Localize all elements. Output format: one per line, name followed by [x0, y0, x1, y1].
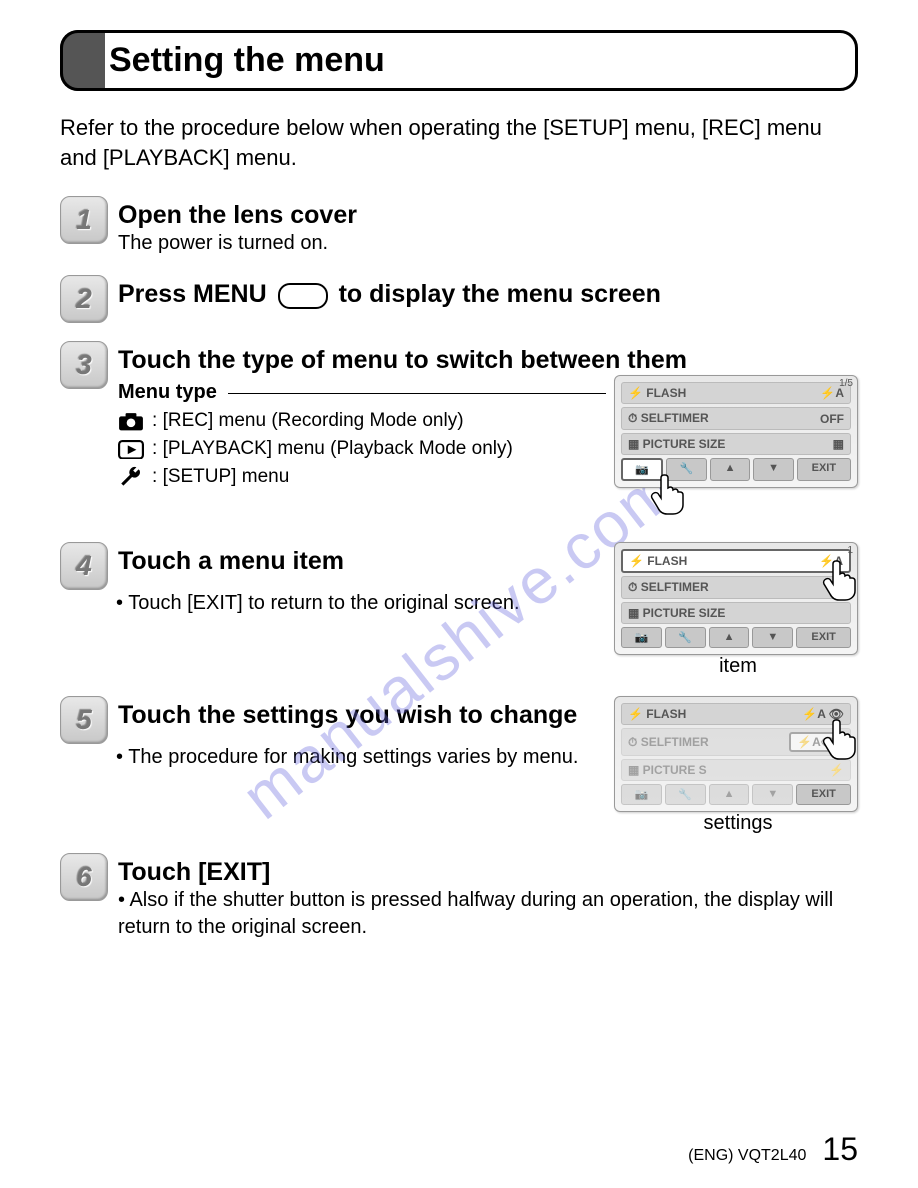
title-tab [60, 30, 105, 91]
screen-4-btn-wrench: 🔧 [665, 627, 706, 648]
play-icon [118, 438, 144, 460]
menu-type-setup: : [SETUP] menu [118, 466, 606, 488]
step-2-title: Press MENU to display the menu screen [118, 275, 661, 309]
screen-3-row-3: ▦ PICTURE SIZE▦ [621, 433, 851, 455]
step-number-3: 3 [60, 341, 108, 389]
screen-3-btn-down: ▼ [753, 458, 793, 481]
screen-4-btn-exit: EXIT [796, 627, 851, 648]
step-1-body: The power is turned on. [118, 230, 858, 257]
wrench-icon [118, 466, 144, 488]
screen-4-row-3: ▦ PICTURE SIZE [621, 602, 851, 624]
step-6: 6 Touch [EXIT] • Also if the shutter but… [60, 853, 858, 941]
menu-type-playback: : [PLAYBACK] menu (Playback Mode only) [118, 438, 606, 460]
screen-3-page: 1/5 [839, 378, 853, 389]
screen-4-btn-up: ▲ [709, 627, 750, 648]
intro-text: Refer to the procedure below when operat… [60, 113, 858, 172]
step-1-title: Open the lens cover [118, 196, 858, 230]
page: manualshive.com Setting the menu Refer t… [0, 0, 918, 1188]
hand-icon [645, 467, 695, 517]
footer-code: (ENG) VQT2L40 [688, 1147, 806, 1165]
menu-type-rec-label: [REC] menu (Recording Mode only) [163, 410, 464, 432]
screen-3-row-1: ⚡ FLASH⚡A [621, 382, 851, 404]
step-5: 5 Touch the settings you wish to change … [60, 696, 858, 835]
camera-icon [118, 410, 144, 432]
screen-5-btn-up: ▲ [709, 784, 750, 805]
step-4-body: • Touch [EXIT] to return to the original… [116, 590, 606, 617]
hand-icon [817, 712, 867, 762]
menu-button-icon [278, 283, 328, 309]
menu-type-playback-label: [PLAYBACK] menu (Playback Mode only) [163, 438, 513, 460]
step-3: 3 Touch the type of menu to switch betwe… [60, 341, 858, 494]
footer: (ENG) VQT2L40 15 [688, 1131, 858, 1168]
screen-4-btn-camera: 📷 [621, 627, 662, 648]
screen-3-btn-up: ▲ [710, 458, 750, 481]
screen-5-btn-camera: 📷 [621, 784, 662, 805]
screen-4-buttons: 📷 🔧 ▲ ▼ EXIT [621, 627, 851, 648]
screen-step-5: ⚡ FLASH⚡A 👁 ⏱ SELFTIMER⚡A👁 ▦ PICTURE S⚡ … [614, 696, 858, 812]
step-1: 1 Open the lens cover The power is turne… [60, 196, 858, 257]
screen-step-4: 1 ⚡ FLASH⚡A ⏱ SELFTIMER ▦ PICTURE SIZE 📷… [614, 542, 858, 655]
step-3-title: Touch the type of menu to switch between… [118, 341, 858, 375]
step-number-5: 5 [60, 696, 108, 744]
step-2-title-after: to display the menu screen [339, 280, 661, 308]
screen-5-btn-down: ▼ [752, 784, 793, 805]
step-4: 4 Touch a menu item • Touch [EXIT] to re… [60, 542, 858, 678]
screen-4-btn-down: ▼ [752, 627, 793, 648]
title-box: Setting the menu [60, 30, 858, 91]
step-4-title: Touch a menu item [118, 542, 344, 576]
step-6-body: • Also if the shutter button is pressed … [118, 887, 858, 941]
step-2: 2 Press MENU to display the menu screen [60, 275, 858, 323]
menu-types-list: : [REC] menu (Recording Mode only) : [PL… [118, 410, 606, 488]
step-number-6: 6 [60, 853, 108, 901]
menu-type-setup-label: [SETUP] menu [163, 466, 290, 488]
screen-5-buttons: 📷 🔧 ▲ ▼ EXIT [621, 784, 851, 805]
hand-icon [817, 553, 867, 603]
menu-type-rec: : [REC] menu (Recording Mode only) [118, 410, 606, 432]
step-number-2: 2 [60, 275, 108, 323]
step-6-title: Touch [EXIT] [118, 853, 858, 887]
screen-step-3: 1/5 ⚡ FLASH⚡A ⏱ SELFTIMEROFF ▦ PICTURE S… [614, 375, 858, 488]
screen-5-row-3: ▦ PICTURE S⚡ [621, 759, 851, 781]
page-title: Setting the menu [109, 41, 835, 80]
screen-5-btn-exit: EXIT [796, 784, 851, 805]
step-5-title: Touch the settings you wish to change [118, 696, 577, 730]
screen-5-btn-wrench: 🔧 [665, 784, 706, 805]
step-2-title-before: Press MENU [118, 280, 267, 308]
step-number-4: 4 [60, 542, 108, 590]
screen-3-btn-exit: EXIT [797, 458, 851, 481]
step-number-1: 1 [60, 196, 108, 244]
step-5-body: • The procedure for making settings vari… [116, 744, 606, 771]
page-number: 15 [822, 1131, 858, 1168]
menu-type-subtitle: Menu type [118, 381, 606, 404]
screen-3-row-2: ⏱ SELFTIMEROFF [621, 407, 851, 430]
